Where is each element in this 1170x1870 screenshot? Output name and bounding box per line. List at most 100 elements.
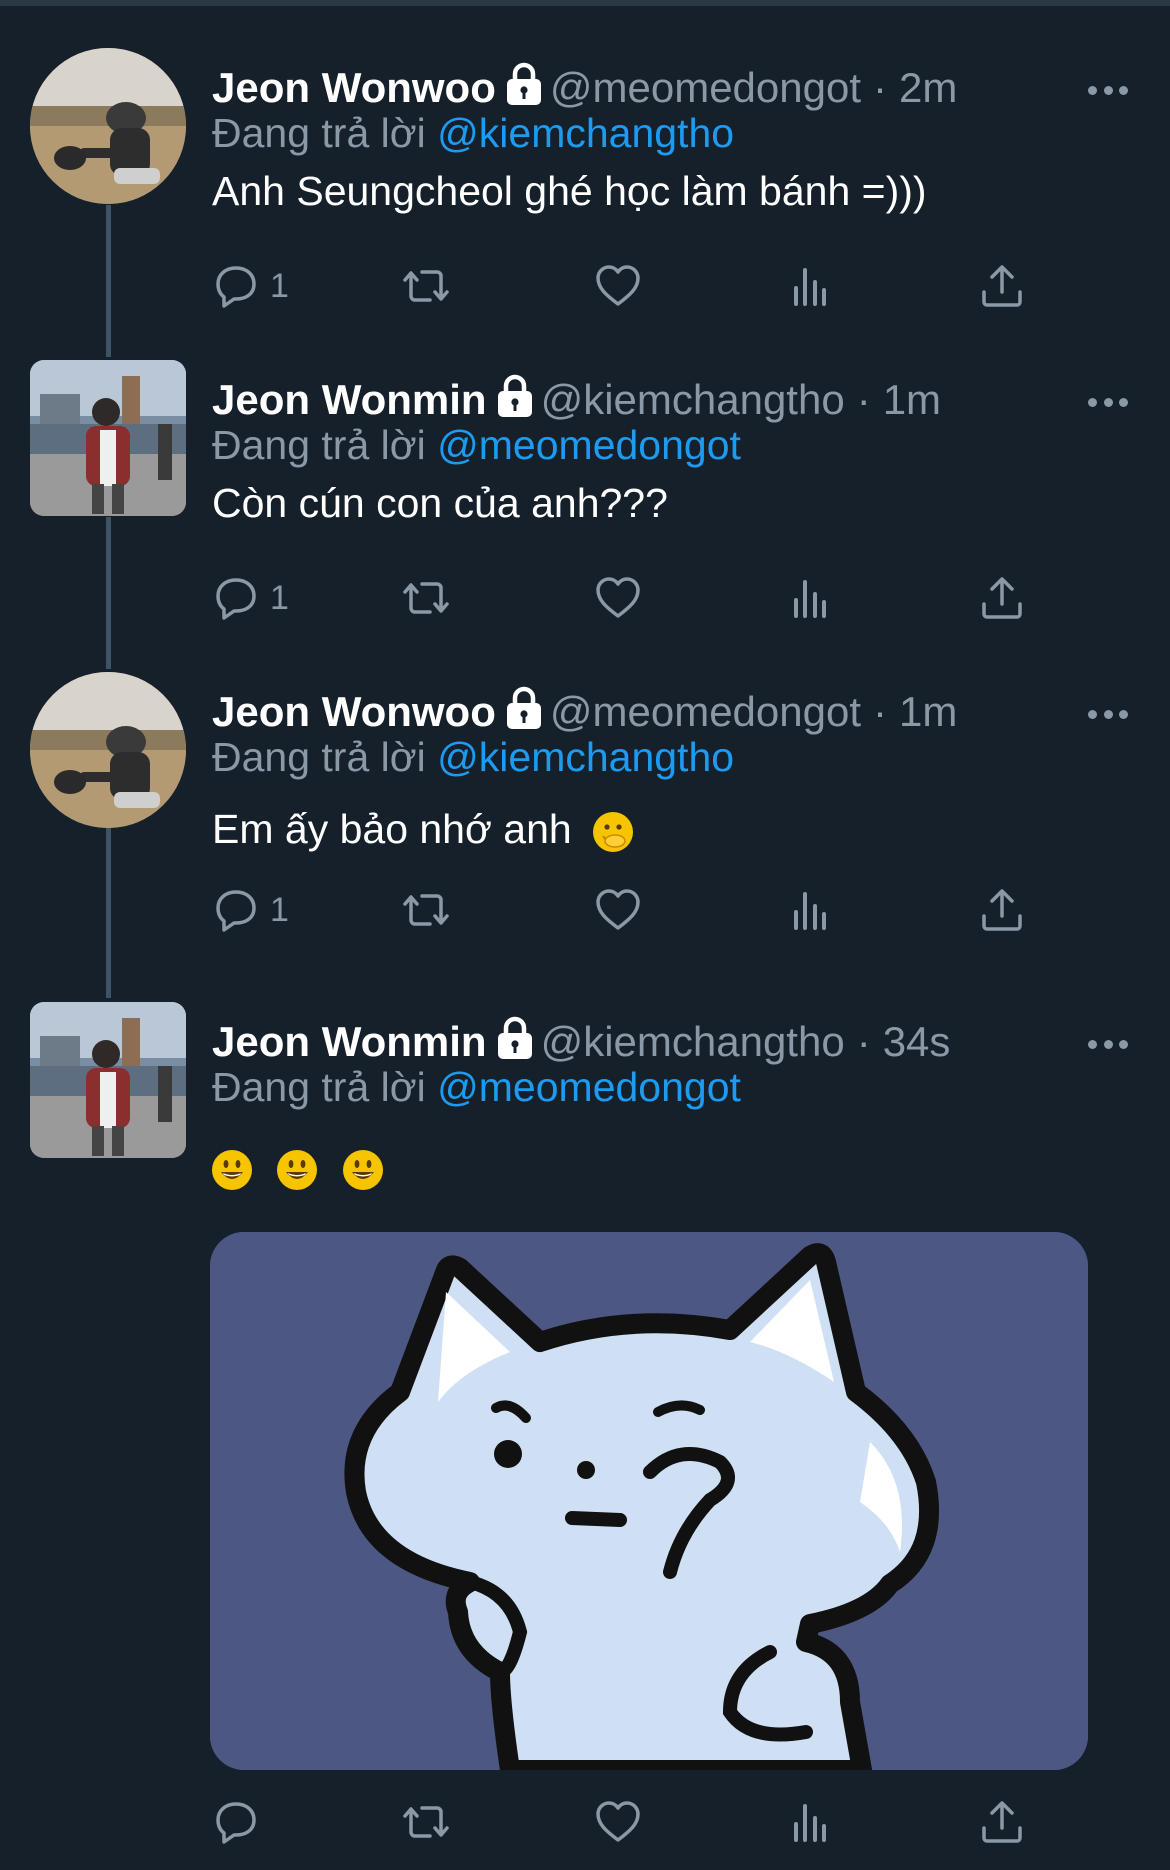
retweet-button[interactable] [402,880,450,940]
tweet-emoji-row [212,1144,397,1191]
mention-link[interactable]: @meomedongot [437,1064,741,1110]
heart-icon [596,889,640,930]
share-icon [982,1801,1022,1843]
like-button[interactable] [594,880,642,940]
views-icon [794,268,826,306]
replying-to: Đang trả lời @meomedongot [212,1064,741,1111]
reply-button[interactable] [212,1792,270,1852]
grinning-face-emoji-icon [277,1150,318,1191]
tweet-media-image[interactable] [210,1232,1088,1770]
share-button[interactable] [978,880,1026,940]
tweet-header: Jeon Wonmin @kiemchangtho · 34s [212,1012,950,1072]
reply-count: 1 [270,578,289,617]
reply-button[interactable]: 1 [212,256,289,316]
action-bar: 1 [212,880,1032,940]
retweet-icon [403,894,449,926]
replying-to: Đang trả lời @meomedongot [212,422,741,469]
more-icon[interactable] [1088,1040,1128,1052]
views-button[interactable] [786,880,834,940]
views-button[interactable] [786,1792,834,1852]
separator-dot: · [873,688,888,735]
share-button[interactable] [978,568,1026,628]
tweet-text-row: Em ấy bảo nhớ anh [212,806,647,853]
separator-dot: · [856,1018,871,1065]
share-icon [982,577,1022,619]
share-icon [982,265,1022,307]
timestamp[interactable]: 1m [899,688,957,736]
display-name[interactable]: Jeon Wonwoo [212,64,496,112]
share-button[interactable] [978,1792,1026,1852]
mention-link[interactable]: @meomedongot [437,422,741,468]
heart-icon [596,1801,640,1842]
views-button[interactable] [786,568,834,628]
tweet-header: Jeon Wonmin @kiemchangtho · 1m [212,370,941,430]
thread-line [106,205,111,357]
replying-to-label: Đang trả lời [212,422,426,468]
mention-link[interactable]: @kiemchangtho [437,734,734,780]
share-icon [982,889,1022,931]
like-button[interactable] [594,256,642,316]
timestamp[interactable]: 1m [883,376,941,424]
more-icon[interactable] [1088,398,1128,410]
timestamp[interactable]: 2m [899,64,957,112]
timestamp[interactable]: 34s [883,1018,951,1066]
avatar-photo [30,1002,186,1158]
reply-icon [216,1802,256,1844]
retweet-icon [403,1806,449,1838]
reply-button[interactable]: 1 [212,880,289,940]
more-icon[interactable] [1088,710,1128,722]
action-bar: 1 [212,568,1032,628]
separator-dot: · [873,64,888,111]
display-name[interactable]: Jeon Wonmin [212,1018,487,1066]
tweet-text: Còn cún con của anh??? [212,480,668,526]
grinning-face-emoji-icon [342,1150,383,1191]
tweet-header: Jeon Wonwoo @meomedongot · 1m [212,682,957,742]
lock-icon [495,374,535,418]
avatar[interactable] [30,360,186,516]
thread-line [106,517,111,669]
replying-to-label: Đang trả lời [212,110,426,156]
retweet-icon [403,270,449,302]
thread-line [106,828,111,998]
reply-icon [216,890,256,932]
avatar-photo [30,672,186,828]
reply-button[interactable]: 1 [212,568,289,628]
user-handle[interactable]: @meomedongot [550,64,861,112]
top-divider [0,0,1170,6]
tweet-text: Anh Seungcheol ghé học làm bánh =))) [212,168,927,214]
display-name[interactable]: Jeon Wonwoo [212,688,496,736]
heart-icon [596,577,640,618]
replying-to-label: Đang trả lời [212,1064,426,1110]
lock-icon [495,1016,535,1060]
retweet-button[interactable] [402,1792,450,1852]
reply-icon [216,266,256,308]
user-handle[interactable]: @meomedongot [550,688,861,736]
reply-icon [216,578,256,620]
mention-link[interactable]: @kiemchangtho [437,110,734,156]
user-handle[interactable]: @kiemchangtho [541,1018,845,1066]
avatar-photo [30,48,186,204]
views-icon [794,892,826,930]
avatar[interactable] [30,1002,186,1158]
like-button[interactable] [594,568,642,628]
display-name[interactable]: Jeon Wonmin [212,376,487,424]
views-button[interactable] [786,256,834,316]
avatar[interactable] [30,672,186,828]
tweet-text: Em ấy bảo nhớ anh [212,806,572,852]
more-icon[interactable] [1088,86,1128,98]
retweet-button[interactable] [402,568,450,628]
retweet-button[interactable] [402,256,450,316]
tweet-header: Jeon Wonwoo @meomedongot · 2m [212,58,957,118]
share-button[interactable] [978,256,1026,316]
lock-icon [504,686,544,730]
avatar-photo [30,360,186,516]
separator-dot: · [856,376,871,423]
lock-icon [504,62,544,106]
cat-sticker-image [210,1232,1088,1770]
like-button[interactable] [594,1792,642,1852]
user-handle[interactable]: @kiemchangtho [541,376,845,424]
replying-to-label: Đang trả lời [212,734,426,780]
avatar[interactable] [30,48,186,204]
views-icon [794,580,826,618]
retweet-icon [403,582,449,614]
